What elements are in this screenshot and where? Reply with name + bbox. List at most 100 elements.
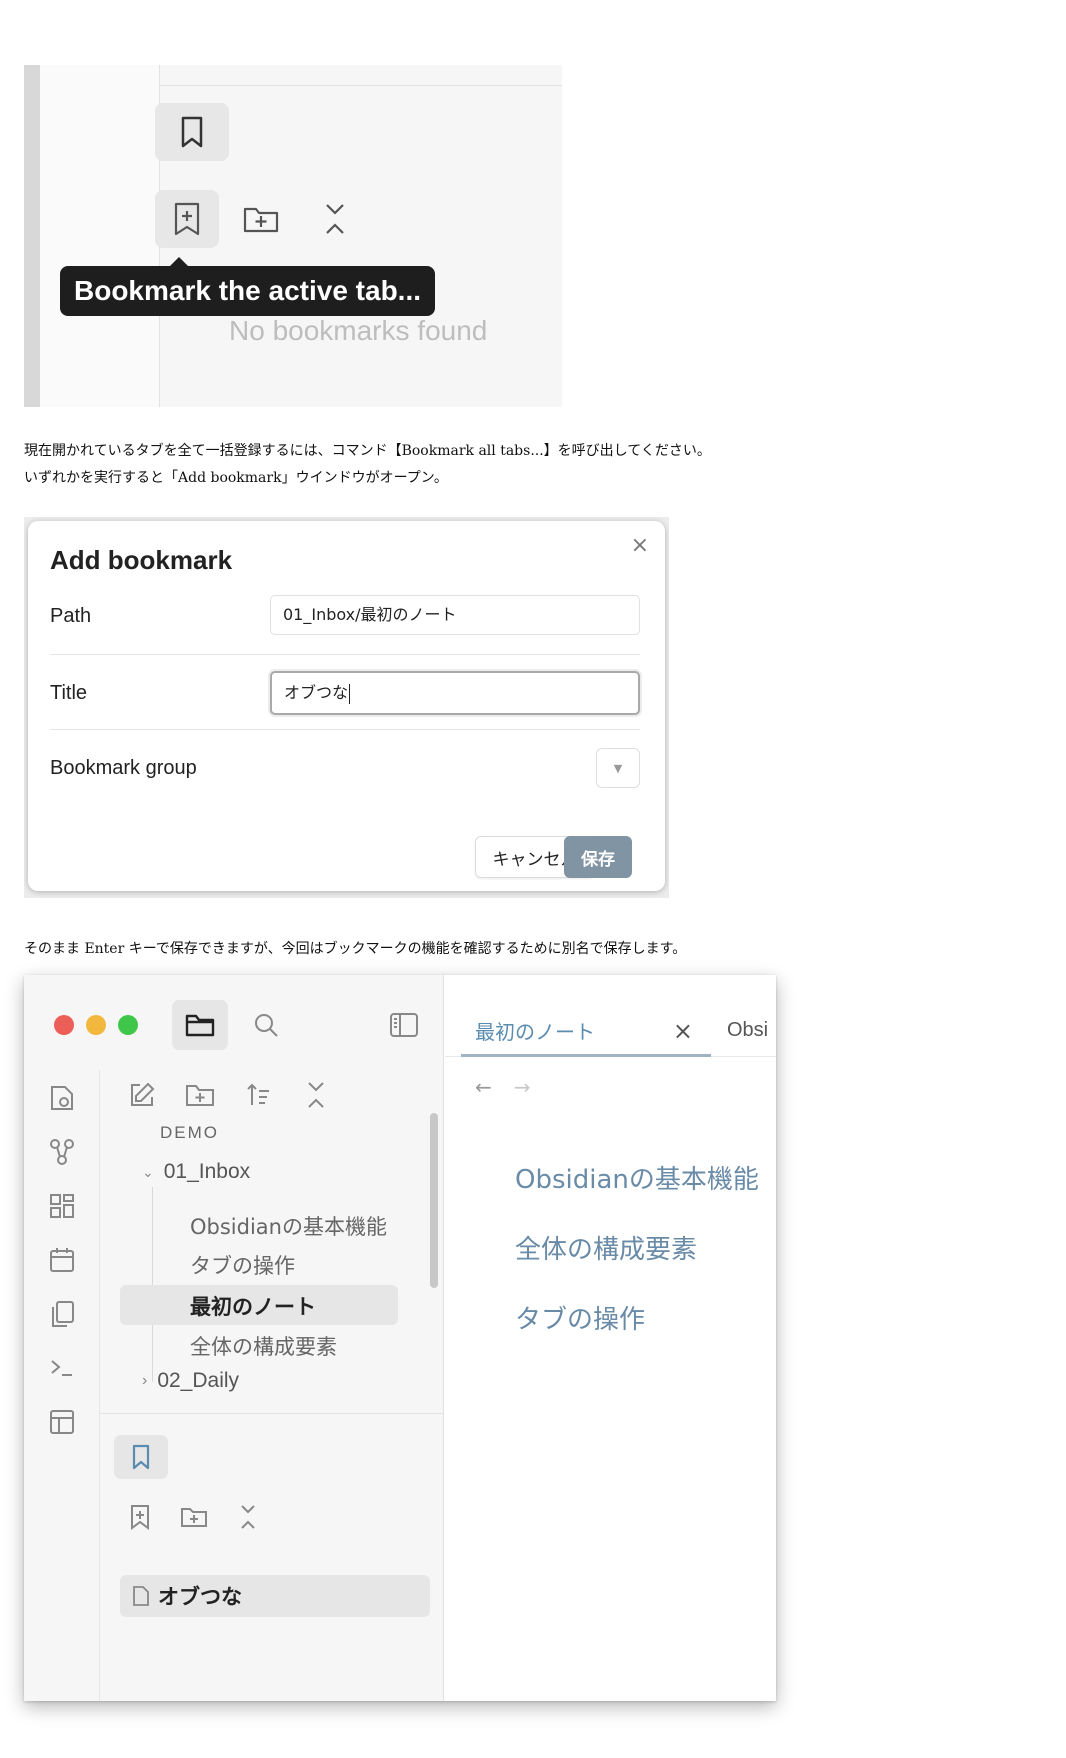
new-note-button[interactable]: [124, 1077, 160, 1113]
bookmark-active-tab-button[interactable]: [155, 190, 219, 248]
header-divider: [160, 85, 562, 86]
toggle-sidebar-button[interactable]: [384, 1005, 424, 1045]
title-field-value: オブつな: [284, 683, 349, 702]
path-label: Path: [50, 604, 92, 627]
close-window-icon[interactable]: [54, 1015, 74, 1035]
caption: 現在開かれているタブを全て一括登録するには、コマンド【Bookmark all …: [24, 443, 711, 459]
divider: [50, 729, 640, 730]
file-item[interactable]: タブの操作: [190, 1250, 295, 1280]
ribbon-daily-note[interactable]: [44, 1242, 80, 1278]
bookmark-actions: [124, 1501, 264, 1533]
zoom-window-icon[interactable]: [118, 1015, 138, 1035]
edit-icon: [131, 1082, 155, 1106]
scrollbar[interactable]: [430, 1113, 438, 1288]
file-explorer-actions: [124, 1077, 334, 1113]
collapse-all-button[interactable]: [303, 190, 367, 248]
tab-bar: 最初のノート × Obsi: [445, 975, 776, 1057]
left-rail: [24, 65, 40, 407]
forward-arrow-icon[interactable]: →: [514, 1075, 531, 1099]
bookmarks-view-tab[interactable]: [114, 1435, 168, 1479]
collapse-all-button[interactable]: [232, 1501, 264, 1533]
bookmark-plus-icon: [131, 1505, 149, 1530]
back-arrow-icon[interactable]: ←: [475, 1075, 492, 1099]
empty-state: No bookmarks found: [229, 315, 488, 346]
file-item[interactable]: Obsidianの基本機能: [190, 1211, 387, 1241]
dialog-title: Add bookmark: [50, 545, 233, 575]
ribbon-pane: [40, 65, 160, 407]
tab-partial[interactable]: Obsi: [727, 1019, 768, 1042]
caption: いずれかを実行すると「Add bookmark」ウインドウがオープン。: [24, 470, 448, 486]
new-folder-button[interactable]: [182, 1077, 218, 1113]
editor-area: 最初のノート × Obsi ← → Obsidianの基本機能 全体の構成要素 …: [445, 975, 776, 1701]
file-item[interactable]: 全体の構成要素: [190, 1331, 337, 1361]
bookmarks-panel-screenshot: Bookmark the active tab... No bookmarks …: [24, 65, 562, 407]
ribbon-command-palette[interactable]: [44, 1350, 80, 1386]
sidebar-toggle-icon: [390, 1013, 418, 1037]
new-bookmark-group-button[interactable]: [229, 190, 293, 248]
bookmarks-view-tab[interactable]: [155, 103, 229, 161]
add-bookmark-dialog: Add bookmark × Path 01_Inbox/最初のノート Titl…: [28, 521, 665, 891]
bookmark-group-label: Bookmark group: [50, 756, 197, 779]
folder-label: 01_Inbox: [163, 1160, 251, 1183]
bookmark-active-tab-button[interactable]: [124, 1501, 156, 1533]
sidebar-header: [24, 975, 444, 1070]
ribbon-quick-switcher[interactable]: [44, 1080, 80, 1116]
minimize-window-icon[interactable]: [86, 1015, 106, 1035]
file-explorer-tab[interactable]: [172, 1000, 228, 1050]
grid-icon: [50, 1194, 74, 1218]
close-icon[interactable]: ×: [631, 533, 649, 558]
caption: そのまま Enter キーで保存できますが、今回はブックマークの機能を確認するた…: [24, 941, 687, 957]
folder-plus-icon: [186, 1085, 214, 1106]
ribbon-templates[interactable]: [44, 1296, 80, 1332]
tooltip: Bookmark the active tab...: [60, 257, 436, 316]
ribbon-canvas[interactable]: [44, 1188, 80, 1224]
tab-title: 最初のノート: [475, 1020, 595, 1044]
bookmark-group-dropdown[interactable]: ▼: [596, 748, 640, 788]
chevron-down-icon: ⌄: [142, 1163, 154, 1180]
title-field[interactable]: オブつな: [270, 671, 640, 715]
close-icon[interactable]: ×: [673, 1017, 693, 1045]
ribbon-layout[interactable]: [44, 1404, 80, 1440]
ribbon-graph[interactable]: [44, 1134, 80, 1170]
group-row: Bookmark group: [50, 748, 640, 788]
copy-icon: [52, 1301, 74, 1327]
collapse-icon: [308, 1082, 324, 1108]
new-bookmark-group-button[interactable]: [178, 1501, 210, 1533]
folder-icon: [185, 1014, 215, 1037]
tab-active[interactable]: 最初のノート ×: [461, 1007, 711, 1057]
sort-button[interactable]: [240, 1077, 276, 1113]
divider: [100, 1413, 444, 1414]
chevron-down-icon: ▼: [613, 761, 623, 775]
file-icon: [133, 1586, 149, 1606]
bookmark-item[interactable]: オブつな: [120, 1575, 430, 1617]
file-item-active[interactable]: 最初のノート: [190, 1291, 316, 1321]
path-field[interactable]: 01_Inbox/最初のノート: [270, 595, 640, 635]
sort-icon: [247, 1083, 269, 1105]
folder-plus-icon: [243, 207, 279, 233]
vault-name: DEMO: [160, 1123, 219, 1142]
folder-01-inbox[interactable]: ⌄ 01_Inbox: [142, 1160, 250, 1184]
file-search-icon: [51, 1086, 73, 1110]
note-heading[interactable]: タブの操作: [515, 1299, 645, 1336]
bookmark-item-label: オブつな: [158, 1585, 242, 1609]
layout-icon: [50, 1410, 74, 1434]
add-bookmark-screenshot: Add bookmark × Path 01_Inbox/最初のノート Titl…: [24, 517, 669, 898]
save-button[interactable]: 保存: [564, 836, 632, 878]
note-heading[interactable]: 全体の構成要素: [515, 1229, 697, 1266]
title-label: Title: [50, 681, 88, 704]
divider: [50, 654, 640, 655]
calendar-icon: [50, 1248, 74, 1272]
window-controls: [54, 1015, 138, 1035]
bookmark-icon: [181, 116, 203, 148]
graph-icon: [50, 1139, 74, 1165]
bookmark-plus-icon: [174, 202, 200, 236]
terminal-icon: [51, 1360, 72, 1376]
note-heading[interactable]: Obsidianの基本機能: [515, 1159, 759, 1196]
bookmark-actions: [155, 190, 367, 248]
history-navigation: ← →: [475, 1075, 531, 1099]
folder-plus-icon: [181, 1508, 207, 1527]
folder-02-daily[interactable]: › 02_Daily: [142, 1369, 239, 1393]
collapse-all-button[interactable]: [298, 1077, 334, 1113]
search-tab[interactable]: [246, 1005, 286, 1045]
collapse-icon: [241, 1505, 255, 1529]
